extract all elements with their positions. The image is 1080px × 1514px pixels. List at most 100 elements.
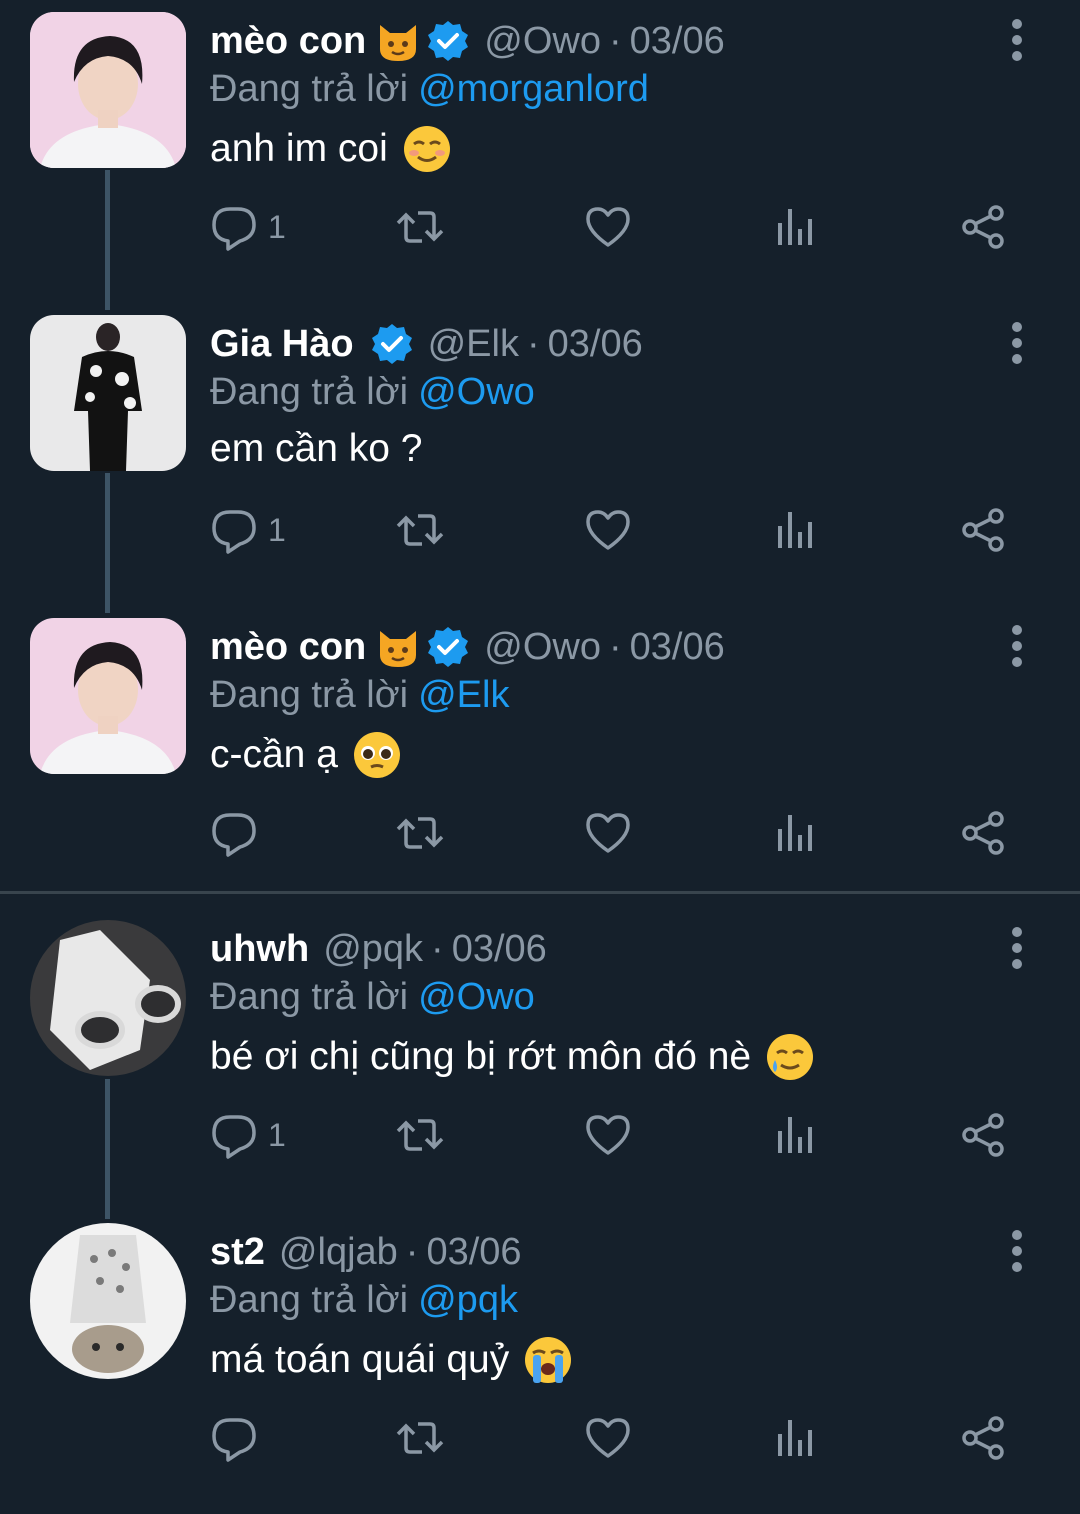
tweet[interactable]: mèo con @Owo · 03/06 Đang trả lời @morgan… bbox=[0, 0, 1080, 303]
tweet[interactable]: st2 @lqjab · 03/06 Đang trả lời @pqk má t… bbox=[0, 1211, 1080, 1514]
tweet-actions: 1 bbox=[210, 1110, 1030, 1160]
views-button[interactable] bbox=[772, 202, 820, 252]
mention-link[interactable]: @pqk bbox=[418, 1279, 518, 1321]
tweet[interactable]: uhwh @pqk · 03/06 Đang trả lời @Owo bé ơi… bbox=[0, 908, 1080, 1211]
cat-face-emoji-icon bbox=[376, 19, 420, 63]
replying-to: Đang trả lời @morganlord bbox=[210, 68, 649, 111]
share-button[interactable] bbox=[960, 505, 1008, 555]
tweet[interactable]: mèo con @Owo · 03/06 Đang trả lời @Elk c-… bbox=[0, 606, 1080, 909]
handle[interactable]: @lqjab bbox=[279, 1231, 398, 1274]
replying-to-label: Đang trả lời bbox=[210, 674, 409, 716]
avatar[interactable] bbox=[30, 12, 186, 168]
analytics-icon bbox=[778, 1117, 812, 1153]
handle[interactable]: @pqk bbox=[323, 928, 423, 971]
display-name[interactable]: uhwh bbox=[210, 928, 309, 971]
tweet-date[interactable]: 03/06 bbox=[630, 20, 725, 63]
reply-icon bbox=[212, 813, 256, 857]
more-options-icon[interactable] bbox=[1000, 1229, 1034, 1273]
views-button[interactable] bbox=[772, 1110, 820, 1160]
tweet[interactable]: Gia Hào @Elk · 03/06 Đang trả lời @Owo em… bbox=[0, 303, 1080, 606]
handle[interactable]: @Elk bbox=[428, 323, 519, 366]
cat-face-emoji-icon bbox=[376, 625, 420, 669]
avatar[interactable] bbox=[30, 315, 186, 471]
more-options-icon[interactable] bbox=[1000, 624, 1034, 668]
retweet-button[interactable] bbox=[396, 1413, 444, 1463]
share-icon bbox=[962, 811, 1004, 855]
tweet-date[interactable]: 03/06 bbox=[548, 323, 643, 366]
retweet-icon bbox=[396, 1119, 444, 1151]
views-button[interactable] bbox=[772, 1413, 820, 1463]
heart-icon bbox=[586, 813, 630, 853]
mention-link[interactable]: @Elk bbox=[418, 674, 509, 716]
tweet-text-content: bé ơi chị cũng bị rớt môn đó nè bbox=[210, 1035, 752, 1078]
reply-button[interactable]: 1 bbox=[210, 1110, 286, 1160]
tweet-text-content: em cần ko ? bbox=[210, 427, 423, 470]
mention-link[interactable]: @Owo bbox=[418, 371, 535, 413]
analytics-icon bbox=[778, 815, 812, 851]
reply-count: 1 bbox=[268, 1116, 286, 1153]
retweet-button[interactable] bbox=[396, 505, 444, 555]
display-name[interactable]: Gia Hào bbox=[210, 323, 354, 366]
share-icon bbox=[962, 1416, 1004, 1460]
verified-badge-icon bbox=[426, 625, 470, 669]
like-button[interactable] bbox=[584, 808, 632, 858]
tweet-text-content: anh im coi bbox=[210, 127, 388, 170]
tweet-text: bé ơi chị cũng bị rớt môn đó nè bbox=[210, 1032, 815, 1082]
separator-dot: · bbox=[526, 322, 540, 365]
share-icon bbox=[962, 205, 1004, 249]
mention-link[interactable]: @Owo bbox=[418, 976, 535, 1018]
tweet-date[interactable]: 03/06 bbox=[426, 1231, 521, 1274]
analytics-icon bbox=[778, 209, 812, 245]
reply-icon bbox=[212, 510, 256, 554]
retweet-button[interactable] bbox=[396, 1110, 444, 1160]
reply-button[interactable] bbox=[210, 1413, 268, 1463]
share-button[interactable] bbox=[960, 202, 1008, 252]
share-button[interactable] bbox=[960, 1110, 1008, 1160]
views-button[interactable] bbox=[772, 505, 820, 555]
handle[interactable]: @Owo bbox=[484, 20, 601, 63]
smiling-tear-emoji-icon bbox=[765, 1032, 815, 1082]
retweet-button[interactable] bbox=[396, 808, 444, 858]
share-icon bbox=[962, 1113, 1004, 1157]
replying-to: Đang trả lời @Elk bbox=[210, 674, 509, 717]
reply-button[interactable]: 1 bbox=[210, 505, 286, 555]
like-button[interactable] bbox=[584, 202, 632, 252]
share-button[interactable] bbox=[960, 808, 1008, 858]
tweet-text-content: c-cần ạ bbox=[210, 733, 338, 776]
tweet-text: em cần ko ? bbox=[210, 427, 422, 471]
avatar[interactable] bbox=[30, 618, 186, 774]
more-options-icon[interactable] bbox=[1000, 321, 1034, 365]
tweet-date[interactable]: 03/06 bbox=[630, 626, 725, 669]
tweet-date[interactable]: 03/06 bbox=[452, 928, 547, 971]
reply-count: 1 bbox=[268, 208, 286, 245]
avatar[interactable] bbox=[30, 1223, 186, 1379]
reply-button[interactable]: 1 bbox=[210, 202, 286, 252]
views-button[interactable] bbox=[772, 808, 820, 858]
more-options-icon[interactable] bbox=[1000, 926, 1034, 970]
replying-to: Đang trả lời @pqk bbox=[210, 1279, 518, 1322]
retweet-icon bbox=[396, 817, 444, 849]
replying-to-label: Đang trả lời bbox=[210, 1279, 409, 1321]
display-name[interactable]: mèo con bbox=[210, 626, 366, 669]
like-button[interactable] bbox=[584, 1413, 632, 1463]
like-button[interactable] bbox=[584, 505, 632, 555]
reply-button[interactable] bbox=[210, 808, 268, 858]
retweet-icon bbox=[396, 211, 444, 243]
avatar[interactable] bbox=[30, 920, 186, 1076]
like-button[interactable] bbox=[584, 1110, 632, 1160]
separator-dot: · bbox=[405, 1230, 419, 1273]
heart-icon bbox=[586, 207, 630, 247]
replying-to: Đang trả lời @Owo bbox=[210, 976, 535, 1019]
analytics-icon bbox=[778, 1420, 812, 1456]
display-name[interactable]: st2 bbox=[210, 1231, 265, 1274]
reply-icon bbox=[212, 207, 256, 251]
more-options-icon[interactable] bbox=[1000, 18, 1034, 62]
heart-icon bbox=[586, 1115, 630, 1155]
display-name[interactable]: mèo con bbox=[210, 20, 366, 63]
retweet-button[interactable] bbox=[396, 202, 444, 252]
heart-icon bbox=[586, 510, 630, 550]
mention-link[interactable]: @morganlord bbox=[418, 68, 649, 110]
tweet-header: mèo con @Owo · 03/06 bbox=[210, 14, 725, 68]
share-button[interactable] bbox=[960, 1413, 1008, 1463]
handle[interactable]: @Owo bbox=[484, 626, 601, 669]
